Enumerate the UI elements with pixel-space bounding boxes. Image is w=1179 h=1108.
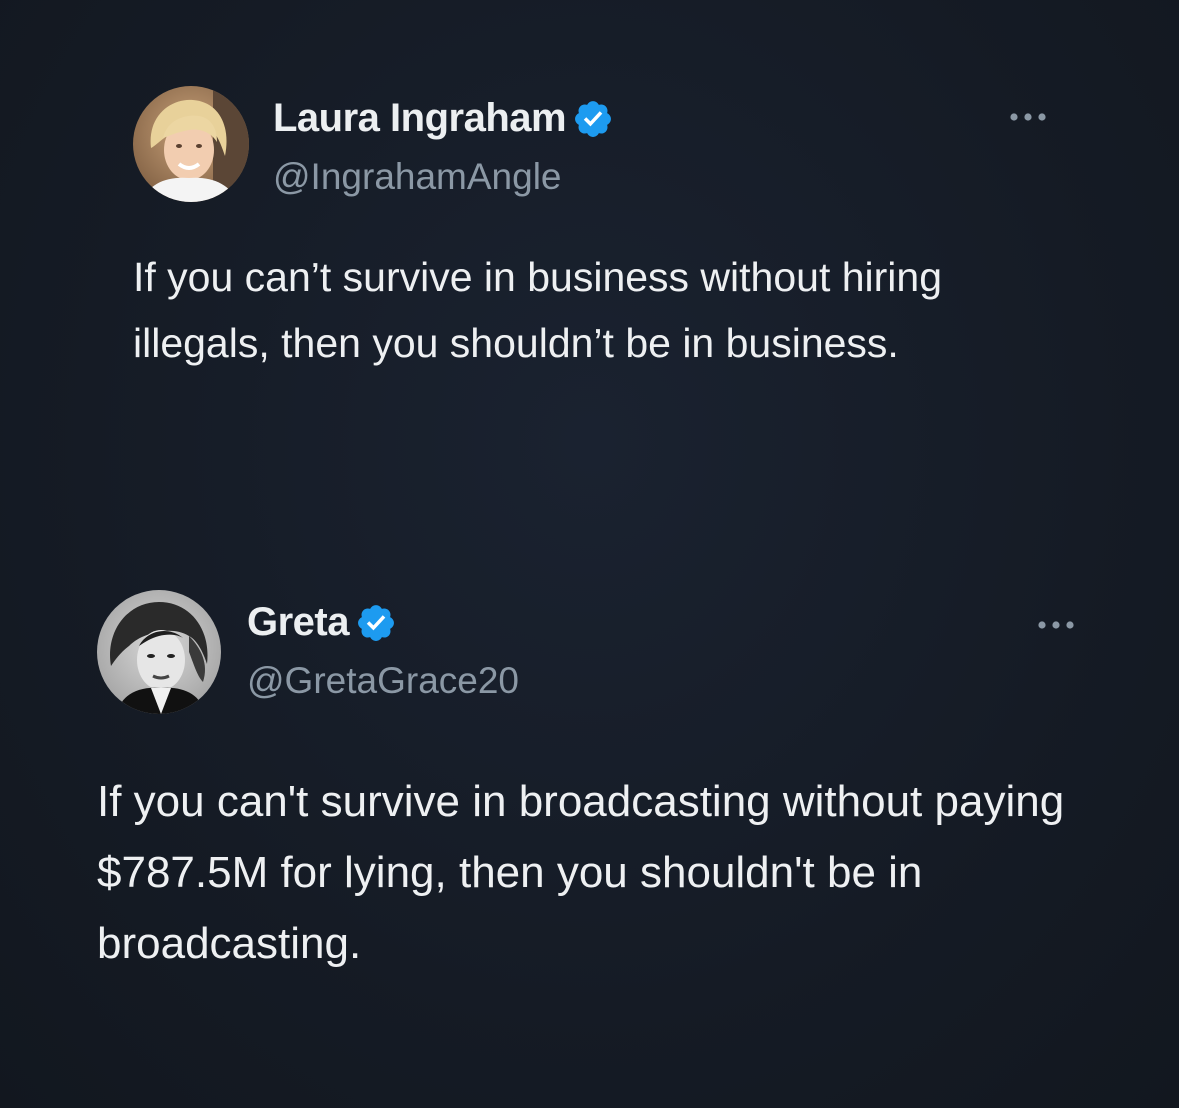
verified-badge-icon xyxy=(358,604,394,641)
author-name-row: Greta xyxy=(247,600,397,645)
user-handle[interactable]: @GretaGrace20 xyxy=(247,660,519,702)
tweet-card[interactable]: Laura Ingraham @IngrahamAngle If you can… xyxy=(133,86,1063,456)
more-options-icon[interactable] xyxy=(1006,110,1050,124)
display-name[interactable]: Greta xyxy=(247,600,350,645)
avatar-image xyxy=(133,86,249,202)
user-handle[interactable]: @IngrahamAngle xyxy=(273,156,562,198)
tweet-card[interactable]: Greta @GretaGrace20 If you can't survive… xyxy=(97,590,1087,990)
avatar[interactable] xyxy=(133,86,249,202)
screenshot-canvas: Laura Ingraham @IngrahamAngle If you can… xyxy=(0,0,1179,1108)
tweet-text: If you can't survive in broadcasting wit… xyxy=(97,777,1065,968)
author-name-row: Laura Ingraham xyxy=(273,96,614,141)
more-options-icon[interactable] xyxy=(1034,618,1078,632)
display-name[interactable]: Laura Ingraham xyxy=(273,96,567,141)
avatar-image xyxy=(97,590,221,714)
tweet-text: If you can’t survive in business without… xyxy=(133,254,943,366)
verified-badge-icon xyxy=(575,100,612,137)
avatar[interactable] xyxy=(97,590,221,714)
